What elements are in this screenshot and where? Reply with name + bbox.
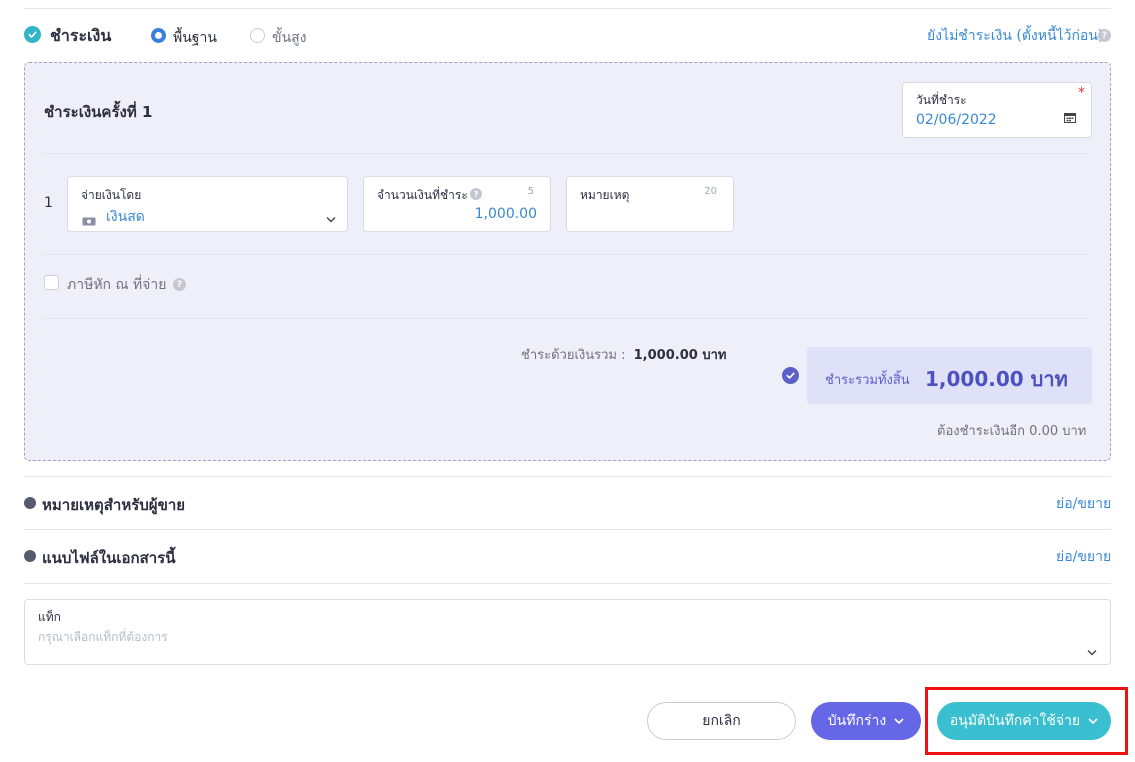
payment-note-label: หมายเหตุ <box>580 188 630 202</box>
cash-total-value: 1,000.00 บาท <box>633 348 727 363</box>
payment-amount-label: จำนวนเงินที่ชำระ <box>377 188 468 202</box>
remaining-amount: ต้องชำระเงินอีก 0.00 บาท <box>937 424 1087 439</box>
tags-chevron-down-icon[interactable] <box>1087 641 1097 660</box>
payment-amount-field[interactable]: จำนวนเงินที่ชำระ ? 5 1,000.00 <box>363 176 551 232</box>
cash-icon <box>82 211 96 230</box>
calendar-icon[interactable] <box>1064 108 1076 127</box>
top-divider <box>24 8 1111 9</box>
payment-title: ชำระเงิน <box>50 26 112 45</box>
seller-note-bullet <box>24 497 36 509</box>
tags-placeholder[interactable]: กรุณาเลือกแท็กที่ต้องการ <box>38 628 168 647</box>
cancel-button[interactable]: ยกเลิก <box>647 702 796 740</box>
unpaid-link[interactable]: ยังไม่ชำระเงิน (ตั้งหนี้ไว้ก่อน) <box>927 25 1103 47</box>
payment-date-label: วันที่ชำระ <box>916 93 967 107</box>
tags-select[interactable]: แท็ก กรุณาเลือกแท็กที่ต้องการ <box>24 599 1111 665</box>
save-draft-label: บันทึกร่าง <box>827 712 887 728</box>
radio-basic[interactable] <box>151 28 166 43</box>
amount-help-icon[interactable]: ? <box>470 188 482 200</box>
amount-char-count: 5 <box>527 186 534 197</box>
cash-total-label: ชำระด้วยเงินรวม : <box>521 348 626 363</box>
required-mark: * <box>1078 85 1085 101</box>
radio-basic-label[interactable]: พื้นฐาน <box>173 27 217 49</box>
payment-amount-value[interactable]: 1,000.00 <box>475 206 537 222</box>
radio-advanced[interactable] <box>250 28 265 43</box>
grand-total-value: 1,000.00 บาท <box>925 367 1068 391</box>
installment-title: ชำระเงินครั้งที่ 1 <box>44 103 153 121</box>
section-divider-2 <box>24 529 1111 530</box>
section-divider-3 <box>24 583 1111 584</box>
chevron-down-icon[interactable] <box>326 208 336 227</box>
panel-divider-2 <box>44 254 1091 255</box>
payment-method-label: จ่ายเงินโดย <box>81 188 142 202</box>
withholding-tax-checkbox[interactable] <box>44 275 59 290</box>
attachments-title: แนบไฟล์ในเอกสารนี้ <box>42 549 176 567</box>
total-check-icon <box>782 367 799 384</box>
cancel-button-label: ยกเลิก <box>702 712 741 728</box>
section-divider-1 <box>24 476 1111 477</box>
note-char-count: 20 <box>704 186 717 197</box>
row-number: 1 <box>44 195 53 211</box>
attachments-toggle[interactable]: ย่อ/ขยาย <box>1056 546 1111 568</box>
seller-note-title: หมายเหตุสำหรับผู้ขาย <box>42 496 186 514</box>
payment-method-select[interactable]: จ่ายเงินโดย เงินสด <box>67 176 348 232</box>
payment-method-value: เงินสด <box>106 209 145 225</box>
attachments-bullet <box>24 550 36 562</box>
cash-total: ชำระด้วยเงินรวม : 1,000.00 บาท <box>521 344 726 365</box>
tags-label: แท็ก <box>38 610 61 624</box>
payment-note-field[interactable]: หมายเหตุ 20 <box>566 176 734 232</box>
withholding-help-icon[interactable]: ? <box>173 278 186 291</box>
panel-divider-1 <box>44 153 1091 154</box>
grand-total-box: ชำระรวมทั้งสิ้น 1,000.00 บาท <box>807 347 1092 404</box>
seller-note-toggle[interactable]: ย่อ/ขยาย <box>1056 493 1111 515</box>
grand-total-label: ชำระรวมทั้งสิ้น <box>825 373 910 388</box>
radio-advanced-label[interactable]: ขั้นสูง <box>272 27 307 49</box>
payment-date-field[interactable]: วันที่ชำระ * 02/06/2022 <box>902 82 1092 138</box>
save-draft-chevron-icon <box>894 718 904 725</box>
highlight-frame <box>925 687 1128 755</box>
payment-check-icon <box>24 26 41 43</box>
help-icon[interactable]: ? <box>1098 29 1111 42</box>
panel-divider-3 <box>44 318 1091 319</box>
withholding-tax-label[interactable]: ภาษีหัก ณ ที่จ่าย <box>67 274 166 296</box>
payment-date-value[interactable]: 02/06/2022 <box>916 112 997 128</box>
save-draft-button[interactable]: บันทึกร่าง <box>811 702 921 740</box>
